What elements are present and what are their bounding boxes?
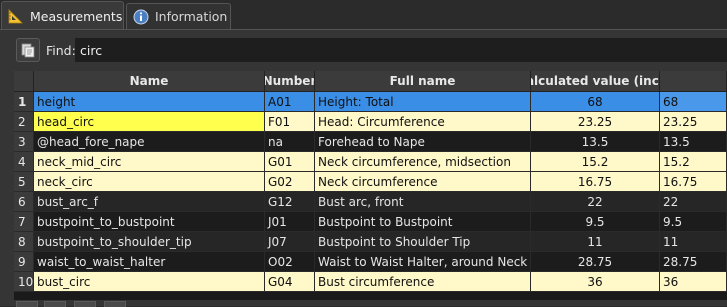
table-header: Name Number Full name Calculated value (…	[14, 71, 727, 92]
cell-name[interactable]: bust_circ	[34, 272, 265, 292]
cell-name[interactable]: neck_mid_circ	[34, 152, 265, 172]
cell-formula[interactable]: 9.5	[660, 212, 727, 232]
cell-formula[interactable]: 23.25	[660, 112, 727, 132]
info-icon	[133, 9, 149, 25]
row-number[interactable]: 6	[14, 192, 34, 212]
header-formula[interactable]	[660, 71, 727, 91]
find-label: Find:	[46, 43, 76, 58]
table-row[interactable]: 10 bust_circ G04 Bust circumference 36 36	[14, 272, 727, 292]
cell-name[interactable]: waist_to_waist_halter	[34, 252, 265, 272]
table-row[interactable]: 5 neck_circ G02 Neck circumference 16.75 16.7…	[14, 172, 727, 192]
ruler-icon	[8, 8, 24, 24]
cell-name[interactable]: neck_circ	[34, 172, 265, 192]
row-number[interactable]: 10	[14, 272, 34, 292]
cell-full-name[interactable]: Height: Total	[315, 92, 531, 112]
cell-calc[interactable]: 23.25	[531, 112, 660, 132]
cell-name[interactable]: bustpoint_to_bustpoint	[34, 212, 265, 232]
row-number[interactable]: 2	[14, 112, 34, 132]
cell-full-name[interactable]: Waist to Waist Halter, around Neck Back	[315, 252, 531, 272]
copy-button[interactable]	[16, 38, 40, 62]
tab-information[interactable]: Information	[126, 3, 231, 29]
tab-measurements-label: Measurements	[30, 8, 123, 24]
table-row[interactable]: 1 height A01 Height: Total 68 68	[14, 92, 727, 112]
row-number[interactable]: 9	[14, 252, 34, 272]
table-row[interactable]: 7 bustpoint_to_bustpoint J01 Bustpoint to B…	[14, 212, 727, 232]
tab-measurements[interactable]: Measurements	[1, 1, 124, 30]
cell-full-name[interactable]: Neck circumference, midsection	[315, 152, 531, 172]
cell-calc[interactable]: 36	[531, 272, 660, 292]
cell-calc[interactable]: 28.75	[531, 252, 660, 272]
cell-name[interactable]: @head_fore_nape	[34, 132, 265, 152]
cell-calc[interactable]: 22	[531, 192, 660, 212]
header-full-name[interactable]: Full name	[315, 71, 531, 91]
cell-number[interactable]: J07	[265, 232, 315, 252]
row-number[interactable]: 8	[14, 232, 34, 252]
cell-full-name[interactable]: Bustpoint to Bustpoint	[315, 212, 531, 232]
cell-number[interactable]: G02	[265, 172, 315, 192]
cell-name[interactable]: head_circ	[34, 112, 265, 132]
cell-number[interactable]: na	[265, 132, 315, 152]
row-number[interactable]: 4	[14, 152, 34, 172]
cell-calc[interactable]: 13.5	[531, 132, 660, 152]
cell-calc[interactable]: 16.75	[531, 172, 660, 192]
tab-information-label: Information	[155, 9, 228, 24]
table-row[interactable]: 8 bustpoint_to_shoulder_tip J07 Bustpoint t…	[14, 232, 727, 252]
table-row[interactable]: 2 head_circ F01 Head: Circumference 23.25 23.…	[14, 112, 727, 132]
cell-number[interactable]: J01	[265, 212, 315, 232]
cell-name[interactable]: bust_arc_f	[34, 192, 265, 212]
row-number[interactable]: 3	[14, 132, 34, 152]
copy-icon	[20, 42, 36, 58]
cell-calc[interactable]: 15.2	[531, 152, 660, 172]
header-corner[interactable]	[14, 71, 34, 91]
cell-formula[interactable]: 13.5	[660, 132, 727, 152]
toolbar-button-4[interactable]	[104, 301, 126, 307]
cell-number[interactable]: A01	[265, 92, 315, 112]
find-input[interactable]	[75, 38, 727, 62]
toolbar-button-1[interactable]	[16, 301, 38, 307]
measurements-table: Name Number Full name Calculated value (…	[14, 71, 727, 306]
cell-calc[interactable]: 9.5	[531, 212, 660, 232]
cell-full-name[interactable]: Bust circumference	[315, 272, 531, 292]
row-number[interactable]: 1	[14, 92, 34, 112]
cell-number[interactable]: G12	[265, 192, 315, 212]
cell-full-name[interactable]: Forehead to Nape	[315, 132, 531, 152]
cell-number[interactable]: G04	[265, 272, 315, 292]
table-row[interactable]: 9 waist_to_waist_halter O02 Waist to Waist …	[14, 252, 727, 272]
cell-number[interactable]: G01	[265, 152, 315, 172]
table-row[interactable]: 3 @head_fore_nape na Forehead to Nape 13.5 13…	[14, 132, 727, 152]
cell-full-name[interactable]: Bustpoint to Shoulder Tip	[315, 232, 531, 252]
table-row[interactable]: 4 neck_mid_circ G01 Neck circumference, mid…	[14, 152, 727, 172]
row-number[interactable]: 5	[14, 172, 34, 192]
cell-full-name[interactable]: Head: Circumference	[315, 112, 531, 132]
cell-calc[interactable]: 68	[531, 92, 660, 112]
header-name[interactable]: Name	[34, 71, 265, 91]
cell-formula[interactable]: 22	[660, 192, 727, 212]
cell-formula[interactable]: 36	[660, 272, 727, 292]
cell-full-name[interactable]: Bust arc, front	[315, 192, 531, 212]
cell-formula[interactable]: 68	[660, 92, 727, 112]
tab-bar: Measurements Information	[0, 0, 727, 30]
cell-formula[interactable]: 11	[660, 232, 727, 252]
cell-name[interactable]: height	[34, 92, 265, 112]
header-number[interactable]: Number	[265, 71, 315, 91]
cell-formula[interactable]: 16.75	[660, 172, 727, 192]
header-calculated-value[interactable]: Calculated value (inch)	[531, 71, 660, 91]
cell-number[interactable]: F01	[265, 112, 315, 132]
cell-calc[interactable]: 11	[531, 232, 660, 252]
cell-formula[interactable]: 28.75	[660, 252, 727, 272]
table-row[interactable]: 6 bust_arc_f G12 Bust arc, front 22 22	[14, 192, 727, 212]
row-number[interactable]: 7	[14, 212, 34, 232]
cell-name[interactable]: bustpoint_to_shoulder_tip	[34, 232, 265, 252]
toolbar-button-3[interactable]	[74, 301, 96, 307]
toolbar-button-2[interactable]	[44, 301, 66, 307]
cell-formula[interactable]: 15.2	[660, 152, 727, 172]
cell-full-name[interactable]: Neck circumference	[315, 172, 531, 192]
cell-number[interactable]: O02	[265, 252, 315, 272]
